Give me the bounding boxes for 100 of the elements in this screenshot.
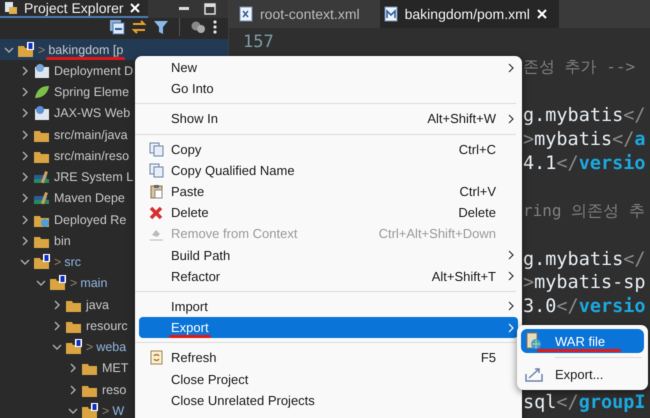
item-label: JRE System L (54, 170, 134, 184)
chevron-icon[interactable] (20, 193, 30, 204)
code-text: </ (556, 392, 579, 413)
shortcut-text: F5 (480, 350, 497, 366)
menu-label: WAR file (555, 334, 606, 348)
menu-label: Close Unrelated Projects (171, 392, 315, 408)
editor-tab[interactable]: bakingdom/pom.xml (380, 0, 559, 28)
maximize-icon[interactable] (204, 3, 216, 15)
more-icon[interactable] (212, 19, 218, 35)
close-icon[interactable] (130, 3, 140, 13)
chevron-icon[interactable] (68, 406, 78, 416)
gears-icon[interactable] (190, 19, 206, 35)
code-text: g.mybatis (523, 105, 624, 126)
code-text: mybatis (534, 129, 612, 150)
chevron-icon[interactable] (20, 257, 30, 268)
link-arrows-icon[interactable] (131, 19, 147, 35)
menu-item[interactable]: Paste Ctrl+V (139, 180, 518, 202)
view-tab[interactable]: Project Explorer (0, 0, 148, 18)
menu-item[interactable]: Export... (521, 362, 644, 386)
menu-label: Close Project (171, 372, 248, 387)
collapse-all-icon[interactable] (109, 19, 125, 35)
chevron-icon[interactable] (20, 150, 30, 161)
menu-item[interactable]: Import (139, 296, 518, 318)
code-text: </ (556, 296, 579, 318)
code-text: 4.1 (523, 153, 556, 174)
chevron-icon[interactable] (20, 87, 30, 98)
chevron-icon[interactable] (36, 278, 46, 288)
item-label: bakingdom [p (48, 42, 124, 57)
menu-item[interactable]: Go Into (139, 78, 518, 100)
menu-label: New (171, 60, 198, 76)
menu-label: Go Into (171, 81, 214, 96)
menu-item[interactable]: Delete Delete (139, 202, 518, 224)
decoration-mark: > (38, 42, 46, 57)
code-text: </ (556, 153, 579, 174)
chevron-icon[interactable] (68, 384, 78, 395)
item-label: src/main/reso (54, 148, 130, 163)
menu-label: Export... (555, 366, 604, 382)
editor-tab[interactable]: root-context.xml (235, 0, 372, 28)
close-icon[interactable] (536, 9, 547, 19)
item-label: reso (102, 382, 126, 397)
item-label: Spring Eleme (54, 85, 130, 100)
code-text: mybatis-sp (534, 272, 646, 294)
menu-item[interactable]: Build Path (139, 244, 518, 266)
copy-icon (148, 142, 164, 157)
chevron-icon[interactable] (20, 236, 30, 246)
code-text: 3.0 (523, 296, 556, 318)
code-text: a (634, 129, 646, 150)
code-comment: 존성 추가 --> (523, 57, 636, 78)
code-text: </ (623, 105, 646, 126)
books-icon (33, 169, 51, 186)
tree-item[interactable]: > bakingdom [p (0, 39, 228, 60)
menu-item[interactable]: Close Unrelated Projects (139, 390, 518, 411)
archive-icon (525, 332, 543, 350)
shortcut-text: Delete (458, 205, 497, 220)
chevron-icon[interactable] (20, 172, 30, 182)
code-text: > (523, 129, 534, 150)
chevron-icon[interactable] (68, 363, 78, 374)
menu-label: Show In (171, 111, 218, 126)
chevron-icon[interactable] (20, 108, 30, 118)
menu-item[interactable]: Copy Qualified Name (139, 160, 518, 181)
chevron-icon[interactable] (20, 130, 30, 140)
menu-label: Refresh (171, 350, 217, 366)
books-icon (33, 190, 51, 206)
code-text: versio (578, 296, 646, 318)
code-text: groupI (578, 392, 646, 413)
chevron-icon[interactable] (52, 320, 62, 331)
code-text: versio (578, 153, 646, 174)
item-label: W (112, 404, 124, 418)
code-text: g.mybatis (523, 248, 624, 270)
code-text: </ (623, 248, 646, 270)
menu-label: Import (171, 298, 208, 314)
item-label: MET (102, 361, 128, 376)
menu-item[interactable]: Refactor Alt+Shift+T (139, 266, 518, 287)
menu-label: Export (171, 320, 209, 336)
code-text: > (523, 272, 534, 294)
shortcut-text: Ctrl+C (458, 142, 497, 157)
item-label: weba (96, 340, 126, 354)
menu-label: Build Path (171, 248, 230, 263)
decoration-mark: > (86, 340, 94, 354)
clipboard-icon (148, 184, 164, 200)
item-label: src/main/java (54, 128, 128, 142)
chevron-icon[interactable] (52, 300, 62, 310)
code-text: </ (612, 129, 634, 150)
item-label: Maven Depe (54, 191, 125, 206)
menu-label: Remove from Context (171, 226, 298, 242)
item-label: Deployed Re (54, 212, 126, 227)
shortcut-text: Alt+Shift+W (427, 111, 497, 126)
item-label: main (80, 276, 108, 290)
chevron-icon[interactable] (20, 214, 30, 225)
decoration-mark: > (102, 404, 110, 418)
menu-label: Paste (171, 184, 204, 200)
chevron-icon[interactable] (20, 66, 30, 76)
menu-item[interactable]: Close Project (139, 368, 518, 390)
menu-label: Copy Qualified Name (171, 162, 295, 178)
decoration-mark: > (70, 276, 78, 290)
menu-item[interactable]: Export (139, 317, 518, 338)
menu-item[interactable]: Refresh F5 (139, 347, 518, 368)
chevron-icon[interactable] (4, 44, 14, 55)
menu-item[interactable]: WAR file (521, 329, 644, 353)
chevron-icon[interactable] (52, 342, 62, 352)
